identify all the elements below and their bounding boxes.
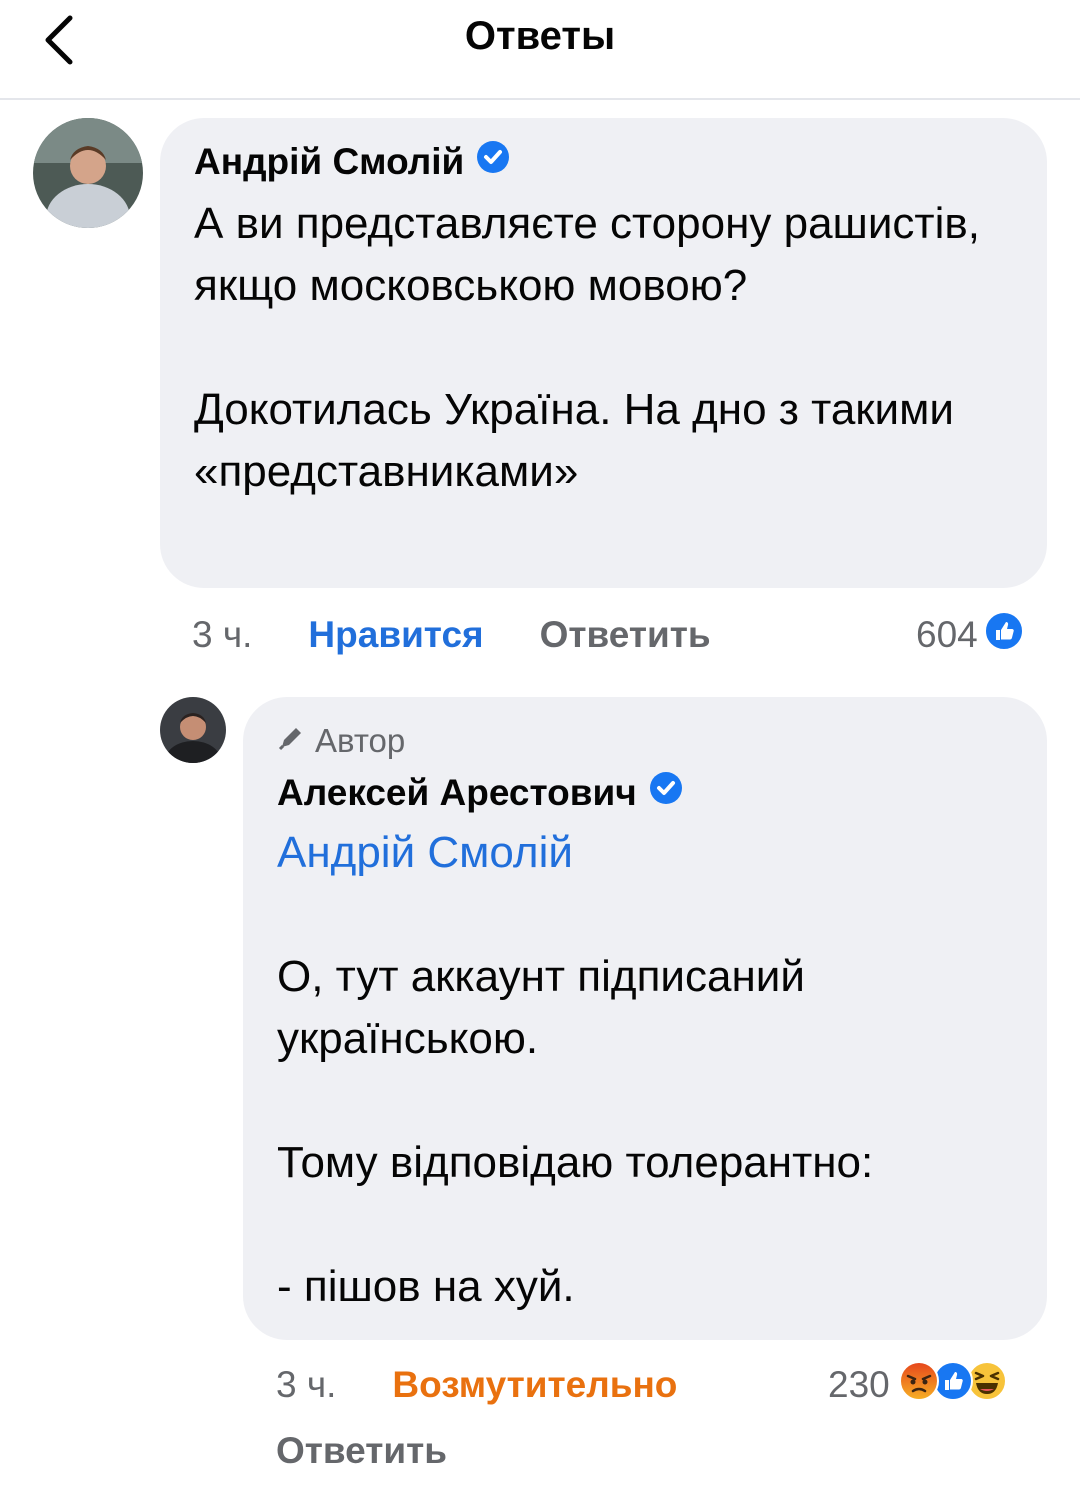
mention-link[interactable]: Андрій Смолій xyxy=(277,822,1017,884)
like-icon xyxy=(983,610,1024,660)
verified-badge-icon xyxy=(649,771,683,814)
like-button[interactable]: Нравится xyxy=(308,614,483,656)
author-name[interactable]: Алексей Арестович xyxy=(277,772,637,814)
reaction-count: 230 xyxy=(828,1364,890,1405)
reply-time[interactable]: 3 ч. xyxy=(276,1364,336,1406)
reply-text: Тому відповідаю толерантно: xyxy=(277,1138,874,1187)
reply-author[interactable]: Алексей Арестович xyxy=(277,771,1017,814)
author-badge-label: Автор xyxy=(315,722,406,759)
pen-icon xyxy=(277,722,305,760)
reaction-button[interactable]: Возмутительно xyxy=(392,1364,677,1406)
reply-button[interactable]: Ответить xyxy=(540,614,711,656)
comment-actions: 3 ч. Нравится Ответить xyxy=(192,612,711,658)
reply-actions: 3 ч. Возмутительно xyxy=(276,1362,677,1408)
author-badge: Автор xyxy=(277,719,1017,763)
comment-text: А ви представляєте сторону рашистів, якщ… xyxy=(194,199,980,310)
reply-actions-row2: Ответить xyxy=(276,1428,447,1474)
reply-button[interactable]: Ответить xyxy=(276,1430,447,1472)
author-name[interactable]: Андрій Смолій xyxy=(194,141,464,183)
header-bar: Ответы xyxy=(0,0,1080,100)
reply-text: О, тут аккаунт підписаний українською. xyxy=(277,952,805,1063)
comment-bubble: Андрій Смолій А ви представляєте сторону… xyxy=(160,118,1047,588)
reaction-count: 604 xyxy=(916,614,978,655)
avatar[interactable] xyxy=(160,697,226,763)
reaction-summary[interactable]: 604 xyxy=(916,610,1024,660)
reply-text: - пішов на хуй. xyxy=(277,1262,575,1311)
reaction-summary[interactable]: 230 xyxy=(828,1360,1008,1411)
page-title: Ответы xyxy=(464,14,616,58)
comment-text: Докотилась Україна. На дно з такими «пре… xyxy=(194,385,954,496)
reply-bubble: Автор Алексей Арестович Андрій Смолій О,… xyxy=(243,697,1047,1340)
verified-badge-icon xyxy=(476,140,510,183)
avatar[interactable] xyxy=(33,118,143,228)
comment-time[interactable]: 3 ч. xyxy=(192,614,252,656)
comment-author[interactable]: Андрій Смолій xyxy=(194,140,1017,183)
angry-icon xyxy=(898,1360,940,1411)
